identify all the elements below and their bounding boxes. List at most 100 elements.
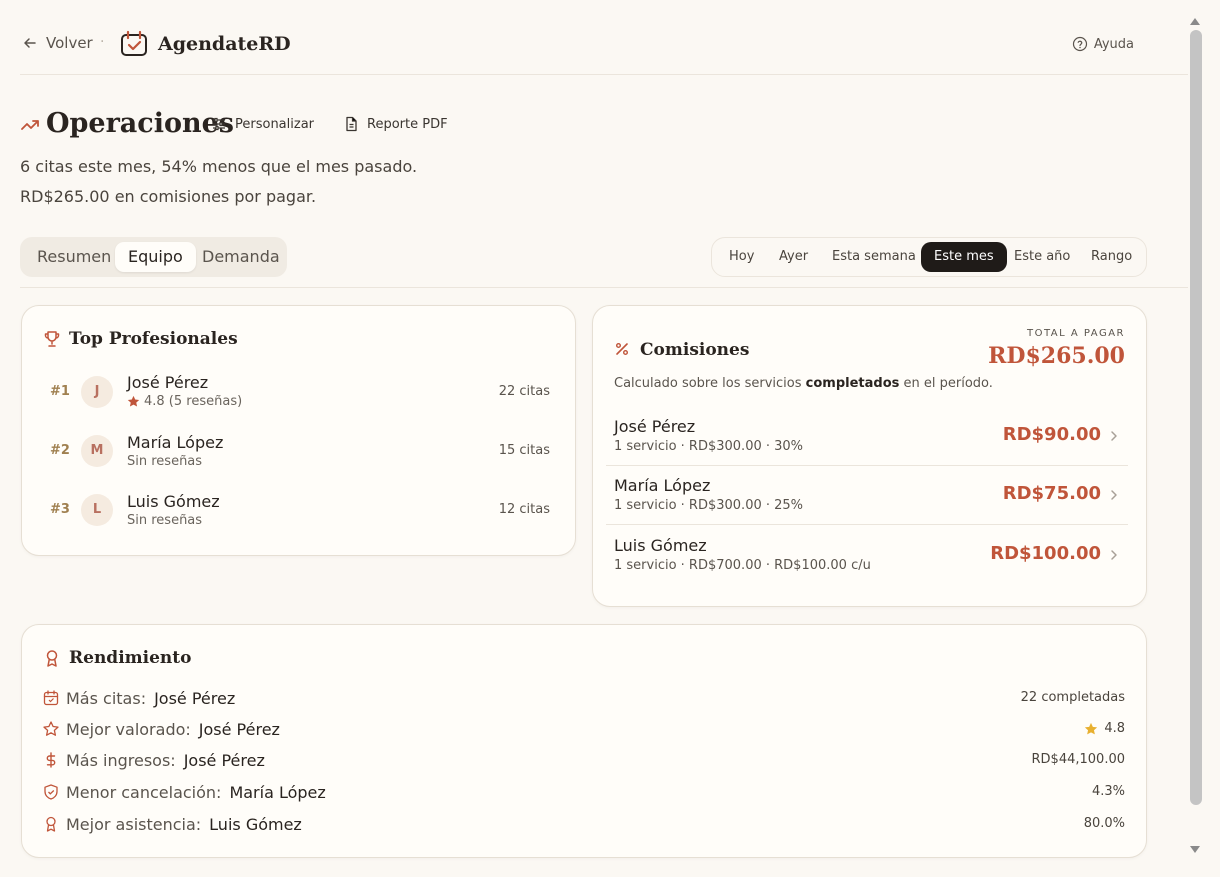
period-range[interactable]: Rango <box>1078 242 1145 272</box>
summary-appointments: 6 citas este mes, 54% menos que el mes p… <box>20 157 418 176</box>
period-this-week[interactable]: Esta semana <box>819 242 929 272</box>
scrollbar-thumb[interactable] <box>1190 30 1202 805</box>
document-icon <box>346 116 357 132</box>
performance-name: Luis Gómez <box>209 814 302 834</box>
performance-name: José Pérez <box>183 750 265 770</box>
performance-label: Mejor valorado: <box>66 719 191 739</box>
calculation-note-suffix: en el período. <box>899 376 993 391</box>
commission-name: María López <box>614 476 711 495</box>
commission-amount: RD$90.00 <box>1002 424 1101 445</box>
appointment-count: 22 citas <box>498 384 550 399</box>
commission-row[interactable]: José Pérez 1 servicio · RD$300.00 · 30% … <box>606 407 1128 466</box>
back-label: Volver <box>46 34 93 52</box>
commission-amount: RD$100.00 <box>990 543 1101 564</box>
appointment-count: 12 citas <box>498 502 550 517</box>
performance-card: Rendimiento Más citas: José Pérez 22 com… <box>21 624 1147 858</box>
chevron-right-icon <box>1111 550 1117 560</box>
calculation-note: Calculado sobre los servicios completado… <box>614 376 993 391</box>
performance-label: Mejor asistencia: <box>66 814 202 834</box>
performance-value: 4.3% <box>1091 784 1125 799</box>
commission-name: José Pérez <box>614 417 696 436</box>
period-today[interactable]: Hoy <box>716 242 767 272</box>
performance-label: Menor cancelación: <box>66 782 222 802</box>
avatar: M <box>81 435 113 467</box>
view-tabs: Resumen Equipo Demanda <box>20 237 287 277</box>
period-this-month[interactable]: Este mes <box>921 242 1007 272</box>
performance-name: José Pérez <box>198 719 280 739</box>
summary-commissions: RD$265.00 en comisiones por pagar. <box>20 187 317 206</box>
scroll-up-arrow[interactable] <box>1190 18 1200 25</box>
calculation-note-bold: completados <box>805 376 900 391</box>
brand-logo[interactable]: AgendateRD <box>120 30 291 58</box>
star-icon <box>1085 722 1098 734</box>
section-divider <box>20 287 1188 288</box>
customize-button[interactable]: Personalizar <box>211 116 314 132</box>
period-yesterday[interactable]: Ayer <box>766 242 821 272</box>
sliders-icon <box>213 117 225 131</box>
top-professionals-card: Top Profesionales #1 J José Pérez 4.8 (5… <box>21 305 576 556</box>
commission-row[interactable]: María López 1 servicio · RD$300.00 · 25%… <box>606 466 1128 525</box>
avatar: L <box>81 494 113 526</box>
period-selector: Hoy Ayer Esta semana Este mes Este año R… <box>711 237 1147 277</box>
rank-badge: #2 <box>50 443 70 458</box>
help-button[interactable]: Ayuda <box>1072 36 1134 52</box>
performance-name: José Pérez <box>154 688 236 708</box>
commission-row[interactable]: Luis Gómez 1 servicio · RD$700.00 · RD$1… <box>606 526 1128 585</box>
back-button[interactable]: Volver <box>22 34 93 52</box>
professional-rating: 4.8 (5 reseñas) <box>127 394 242 409</box>
brand-name: AgendateRD <box>158 33 291 55</box>
tab-resumen[interactable]: Resumen <box>24 242 124 272</box>
performance-row: Más ingresos: José Pérez RD$44,100.00 <box>42 748 1125 772</box>
commission-name: Luis Gómez <box>614 536 707 555</box>
commissions-card: Comisiones TOTAL A PAGAR RD$265.00 Calcu… <box>592 305 1147 607</box>
trophy-icon <box>44 331 60 347</box>
performance-value: 80.0% <box>1083 816 1125 831</box>
performance-value-wrap: 4.8 <box>1084 721 1125 736</box>
scroll-down-arrow[interactable] <box>1190 846 1200 853</box>
period-this-year[interactable]: Este año <box>1001 242 1083 272</box>
top-professionals-title: Top Profesionales <box>69 329 238 349</box>
commission-amount: RD$75.00 <box>1002 483 1101 504</box>
performance-name: María López <box>229 782 326 802</box>
award-icon <box>46 816 56 832</box>
commission-detail: 1 servicio · RD$700.00 · RD$100.00 c/u <box>614 558 871 573</box>
appointment-count: 15 citas <box>498 443 550 458</box>
rank-badge: #3 <box>50 502 70 517</box>
professional-reviews: Sin reseñas <box>127 513 203 528</box>
performance-label: Más ingresos: <box>66 750 176 770</box>
shield-icon <box>44 784 58 800</box>
performance-label: Más citas: <box>66 688 147 708</box>
commissions-title: Comisiones <box>640 340 750 360</box>
star-outline-icon <box>43 721 59 736</box>
performance-value: RD$44,100.00 <box>1031 752 1125 767</box>
customize-label: Personalizar <box>235 116 315 132</box>
commission-detail: 1 servicio · RD$300.00 · 30% <box>614 439 804 454</box>
tab-equipo[interactable]: Equipo <box>115 242 196 272</box>
calendar-icon <box>43 690 59 706</box>
rating-text: 4.8 (5 reseñas) <box>144 394 243 409</box>
calendar-logo-icon <box>121 30 147 56</box>
tab-demanda[interactable]: Demanda <box>189 242 293 272</box>
page-title: Operaciones <box>46 108 235 139</box>
total-value: RD$265.00 <box>988 343 1125 369</box>
award-icon <box>46 650 58 667</box>
performance-value: 22 completadas <box>1020 690 1125 705</box>
top-header: Volver · AgendateRD Ayuda <box>20 0 1188 75</box>
total-label: TOTAL A PAGAR <box>1026 328 1125 339</box>
performance-row: Mejor valorado: José Pérez 4.8 <box>42 717 1125 741</box>
chevron-right-icon <box>1111 431 1117 441</box>
performance-row: Más citas: José Pérez 22 completadas <box>42 686 1125 710</box>
help-circle-icon <box>1072 36 1087 52</box>
calculation-note-prefix: Calculado sobre los servicios <box>614 376 806 391</box>
professional-name: María López <box>127 433 224 452</box>
rank-badge: #1 <box>50 384 70 399</box>
commission-detail: 1 servicio · RD$300.00 · 25% <box>614 498 804 513</box>
breadcrumb-separator: · <box>100 34 105 50</box>
help-label: Ayuda <box>1093 36 1134 52</box>
avatar: J <box>81 376 113 408</box>
trending-up-icon <box>21 120 39 130</box>
chevron-right-icon <box>1111 490 1117 500</box>
star-icon <box>127 395 140 407</box>
pdf-report-button[interactable]: Reporte PDF <box>343 116 448 132</box>
performance-title: Rendimiento <box>69 648 192 668</box>
